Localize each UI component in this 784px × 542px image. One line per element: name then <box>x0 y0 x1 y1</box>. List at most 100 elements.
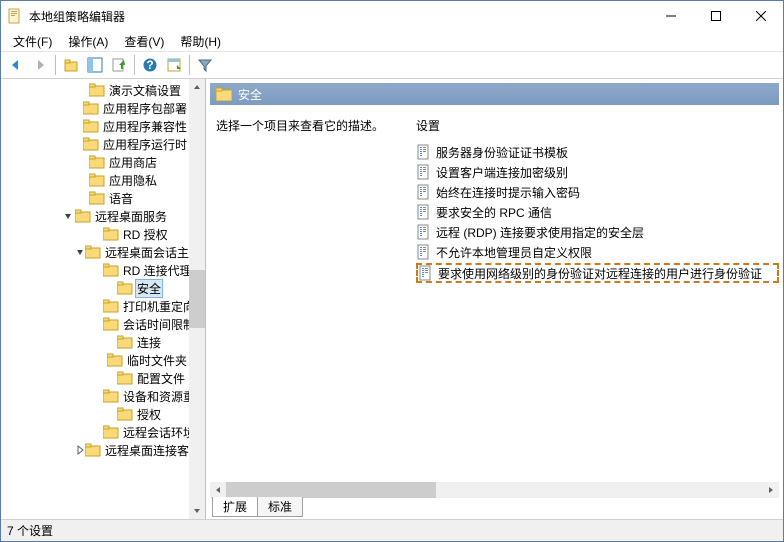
tree-item-label: 授权 <box>135 406 163 423</box>
tree-twisty-icon[interactable] <box>75 155 89 169</box>
tree-item-label: 临时文件夹 <box>125 352 189 369</box>
description-column: 选择一个项目来查看它的描述。 <box>216 117 416 482</box>
status-bar: 7 个设置 <box>1 519 783 541</box>
tree-item[interactable]: 应用程序运行时 <box>1 135 189 153</box>
tree-item[interactable]: 连接 <box>1 333 189 351</box>
details-title: 安全 <box>238 86 262 103</box>
details-hscrollbar[interactable] <box>210 482 779 498</box>
scroll-down-button[interactable] <box>189 503 205 519</box>
tree-item[interactable]: 应用程序包部署 <box>1 99 189 117</box>
up-button[interactable] <box>60 54 82 76</box>
tree-item-label: 应用程序兼容性 <box>101 118 189 135</box>
scroll-thumb[interactable] <box>189 270 205 328</box>
tree-item[interactable]: 临时文件夹 <box>1 351 189 369</box>
settings-header: 设置 <box>416 117 779 134</box>
show-tree-button[interactable] <box>84 54 106 76</box>
tree-item-label: 应用隐私 <box>107 172 159 189</box>
settings-column: 设置 服务器身份验证证书模板设置客户端连接加密级别始终在连接时提示输入密码要求安… <box>416 117 779 482</box>
status-text: 7 个设置 <box>7 522 53 539</box>
tree-item[interactable]: 应用商店 <box>1 153 189 171</box>
tree-item[interactable]: 演示文稿设置 <box>1 81 189 99</box>
maximize-button[interactable] <box>693 2 738 31</box>
tree-twisty-icon[interactable] <box>103 371 117 385</box>
tree-item-label: 连接 <box>135 334 163 351</box>
forward-button[interactable] <box>29 54 51 76</box>
tree-item-label: 应用程序运行时 <box>101 136 189 153</box>
menu-help[interactable]: 帮助(H) <box>172 31 229 52</box>
tree-twisty-icon[interactable] <box>75 83 89 97</box>
setting-item[interactable]: 不允许本地管理员自定义权限 <box>416 242 779 262</box>
tree-item[interactable]: RD 连接代理 <box>1 261 189 279</box>
tree-twisty-icon[interactable] <box>75 191 89 205</box>
tab-standard[interactable]: 标准 <box>257 497 303 517</box>
setting-item[interactable]: 要求使用网络级别的身份验证对远程连接的用户进行身份验证 <box>416 263 779 283</box>
scroll-up-button[interactable] <box>189 79 205 95</box>
tree-item[interactable]: 应用程序兼容性 <box>1 117 189 135</box>
tree-item[interactable]: 会话时间限制 <box>1 315 189 333</box>
menu-bar: 文件(F) 操作(A) 查看(V) 帮助(H) <box>1 31 783 52</box>
toolbar: ? <box>1 52 783 79</box>
back-button[interactable] <box>5 54 27 76</box>
minimize-button[interactable] <box>648 2 693 31</box>
tree-item[interactable]: 配置文件 <box>1 369 189 387</box>
setting-item[interactable]: 服务器身份验证证书模板 <box>416 142 779 162</box>
setting-item[interactable]: 始终在连接时提示输入密码 <box>416 182 779 202</box>
details-pane: 安全 选择一个项目来查看它的描述。 设置 服务器身份验证证书模板设置客户端连接加… <box>206 79 783 519</box>
settings-list[interactable]: 服务器身份验证证书模板设置客户端连接加密级别始终在连接时提示输入密码要求安全的 … <box>416 142 779 283</box>
setting-label: 服务器身份验证证书模板 <box>436 144 568 161</box>
tree-item-label: 应用程序包部署 <box>101 100 189 117</box>
tree-item-label: 演示文稿设置 <box>107 82 183 99</box>
tree-twisty-icon[interactable] <box>75 173 89 187</box>
menu-action[interactable]: 操作(A) <box>60 31 116 52</box>
tree-item-label: 会话时间限制 <box>121 316 189 333</box>
tree-twisty-icon[interactable] <box>75 137 83 151</box>
tree-item[interactable]: 打印机重定向 <box>1 297 189 315</box>
menu-view[interactable]: 查看(V) <box>116 31 172 52</box>
tree-item[interactable]: 授权 <box>1 405 189 423</box>
tree-twisty-icon[interactable] <box>103 281 117 295</box>
tree-item-label: 打印机重定向 <box>121 298 189 315</box>
setting-label: 远程 (RDP) 连接要求使用指定的安全层 <box>436 224 644 241</box>
tree-item[interactable]: 应用隐私 <box>1 171 189 189</box>
filter-button[interactable] <box>194 54 216 76</box>
scroll-right-button[interactable] <box>763 482 779 498</box>
scroll-left-button[interactable] <box>210 482 226 498</box>
setting-item[interactable]: 远程 (RDP) 连接要求使用指定的安全层 <box>416 222 779 242</box>
tree-vscrollbar[interactable] <box>189 79 205 519</box>
tree-item[interactable]: 设备和资源重定向 <box>1 387 189 405</box>
app-icon <box>7 8 23 24</box>
tab-strip: 扩展 标准 <box>206 498 783 519</box>
tree-item[interactable]: RD 授权 <box>1 225 189 243</box>
tree-twisty-icon[interactable] <box>75 101 83 115</box>
tree-item-label: RD 授权 <box>121 226 170 243</box>
tree-twisty-icon[interactable] <box>103 335 117 349</box>
tree-item[interactable]: 远程桌面服务 <box>1 207 189 225</box>
export-button[interactable] <box>108 54 130 76</box>
menu-file[interactable]: 文件(F) <box>5 31 60 52</box>
tree-item-label: 设备和资源重定向 <box>121 388 189 405</box>
properties-button[interactable] <box>163 54 185 76</box>
tree-item[interactable]: 远程桌面连接客户端 <box>1 441 189 459</box>
setting-item[interactable]: 设置客户端连接加密级别 <box>416 162 779 182</box>
tree-twisty-icon[interactable] <box>75 245 85 259</box>
tab-extended[interactable]: 扩展 <box>212 497 258 517</box>
tree-item[interactable]: 远程会话环境 <box>1 423 189 441</box>
close-button[interactable] <box>738 2 783 31</box>
help-button[interactable]: ? <box>139 54 161 76</box>
tree-view[interactable]: 演示文稿设置应用程序包部署应用程序兼容性应用程序运行时应用商店应用隐私语音远程桌… <box>1 79 189 459</box>
tree-twisty-icon[interactable] <box>89 227 103 241</box>
content-area: 演示文稿设置应用程序包部署应用程序兼容性应用程序运行时应用商店应用隐私语音远程桌… <box>1 79 783 519</box>
tree-twisty-icon[interactable] <box>75 443 85 457</box>
tree-item[interactable]: 安全 <box>1 279 189 297</box>
details-header: 安全 <box>210 83 779 105</box>
tree-twisty-icon[interactable] <box>75 119 83 133</box>
scroll-thumb[interactable] <box>226 482 436 498</box>
tree-item[interactable]: 远程桌面会话主机 <box>1 243 189 261</box>
tree-item-label: 远程桌面会话主机 <box>103 244 189 261</box>
tree-item-label: 远程桌面连接客户端 <box>103 442 189 459</box>
tree-item-label: 安全 <box>135 279 163 298</box>
tree-twisty-icon[interactable] <box>103 407 117 421</box>
setting-item[interactable]: 要求安全的 RPC 通信 <box>416 202 779 222</box>
tree-twisty-icon[interactable] <box>61 209 75 223</box>
tree-item[interactable]: 语音 <box>1 189 189 207</box>
